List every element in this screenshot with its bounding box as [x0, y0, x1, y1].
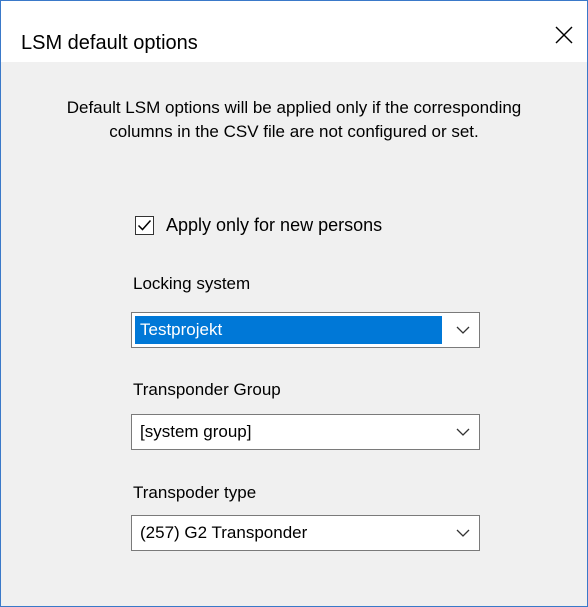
dialog-window: LSM default options Default LSM options …: [0, 0, 588, 607]
transponder-type-value: (257) G2 Transponder: [140, 523, 308, 542]
checkmark-icon: [137, 219, 152, 231]
transponder-type-label: Transpoder type: [133, 483, 257, 502]
title-bar: LSM default options: [1, 1, 587, 62]
close-button[interactable]: [541, 15, 587, 55]
transponder-group-dropdown[interactable]: [system group]: [131, 414, 480, 450]
window-title: LSM default options: [21, 32, 198, 54]
chevron-down-icon: [455, 324, 471, 336]
apply-new-persons-checkbox[interactable]: [135, 215, 154, 235]
info-text: Default LSM options will be applied only…: [66, 98, 522, 141]
chevron-down-icon: [455, 527, 471, 539]
transponder-type-dropdown[interactable]: (257) G2 Transponder: [131, 515, 480, 551]
apply-new-persons-row[interactable]: Apply only for new persons: [135, 212, 382, 238]
chevron-down-icon: [455, 426, 471, 438]
transponder-group-label: Transponder Group: [133, 380, 281, 399]
locking-system-value: Testprojekt: [135, 316, 442, 344]
dialog-content: Default LSM options will be applied only…: [1, 62, 587, 606]
close-icon: [555, 26, 573, 44]
locking-system-dropdown[interactable]: Testprojekt: [131, 312, 480, 348]
transponder-group-value: [system group]: [140, 422, 252, 441]
locking-system-label: Locking system: [133, 274, 251, 293]
apply-new-persons-label: Apply only for new persons: [166, 214, 383, 235]
